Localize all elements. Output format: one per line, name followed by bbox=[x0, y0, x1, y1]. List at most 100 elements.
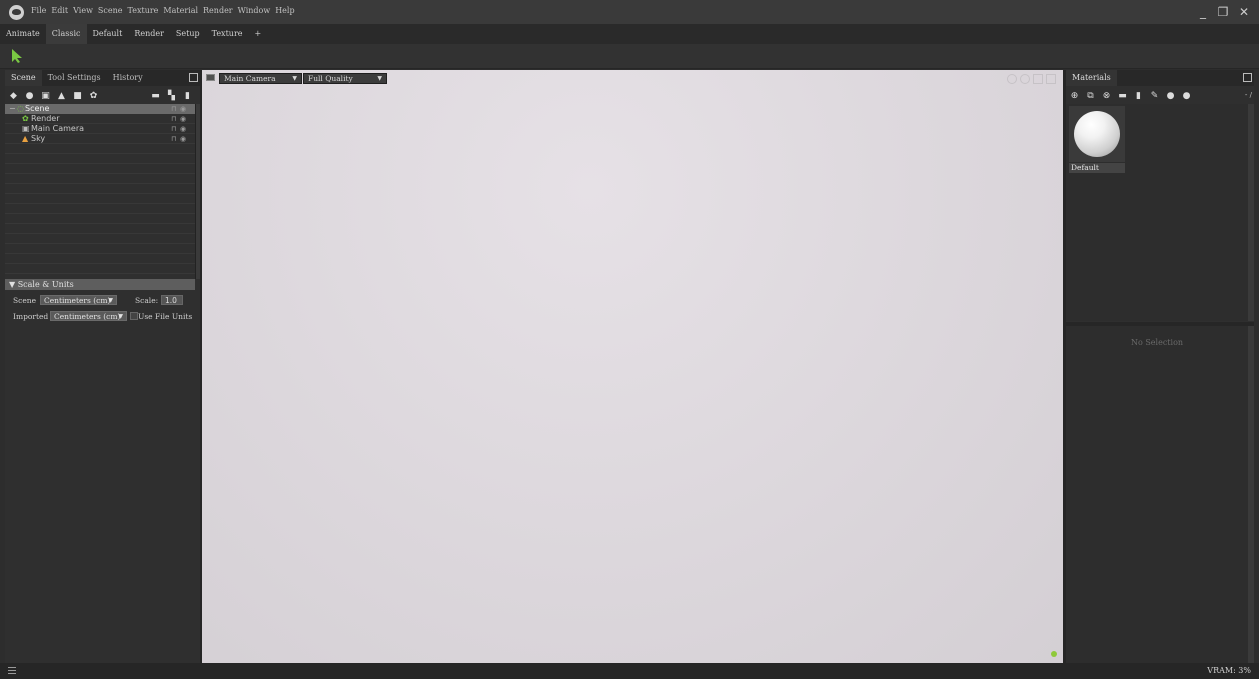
zoom-icon[interactable] bbox=[1033, 74, 1043, 84]
add-light-icon[interactable]: ● bbox=[25, 92, 34, 101]
material-name[interactable]: Default bbox=[1069, 163, 1125, 173]
tab-classic[interactable]: Classic bbox=[45, 24, 87, 44]
lock-icon[interactable]: ⊓ bbox=[171, 124, 176, 134]
menu-edit[interactable]: Edit bbox=[51, 6, 68, 15]
add-object-icon[interactable]: ◆ bbox=[9, 92, 18, 101]
imported-unit-label: Imported bbox=[13, 312, 49, 321]
material-preview-sphere bbox=[1074, 111, 1120, 157]
lock-icon[interactable]: ⊓ bbox=[171, 134, 176, 144]
visibility-icon[interactable]: ◉ bbox=[180, 104, 186, 114]
add-reference-icon[interactable]: ✿ bbox=[89, 92, 98, 101]
status-bar: VRAM: 3% bbox=[0, 663, 1259, 679]
materials-scrollbar[interactable] bbox=[1248, 104, 1254, 321]
quality-dropdown-value: Full Quality bbox=[308, 74, 353, 83]
camera-icon[interactable] bbox=[206, 74, 215, 81]
camera-dropdown-value: Main Camera bbox=[224, 74, 276, 83]
menu-icon[interactable] bbox=[8, 667, 16, 674]
tab-render[interactable]: Render bbox=[128, 24, 170, 44]
menu-texture[interactable]: Texture bbox=[128, 6, 159, 15]
restore-button[interactable]: ❐ bbox=[1216, 5, 1230, 19]
menu-scene[interactable]: Scene bbox=[98, 6, 123, 15]
menu-render[interactable]: Render bbox=[203, 6, 233, 15]
layout-bar: Animate Classic Default Render Setup Tex… bbox=[0, 24, 1259, 44]
use-file-units-checkbox[interactable] bbox=[130, 312, 138, 320]
tab-add-layout[interactable]: + bbox=[249, 24, 268, 44]
tree-item-sky[interactable]: ▲ Sky ⊓ ◉ bbox=[5, 134, 195, 144]
scale-label: Scale: bbox=[135, 296, 159, 305]
popout-icon[interactable] bbox=[189, 73, 198, 82]
add-environment-icon[interactable]: ▲ bbox=[57, 92, 66, 101]
quality-dropdown[interactable]: Full Quality ▼ bbox=[303, 73, 387, 84]
visibility-icon[interactable]: ◉ bbox=[180, 114, 186, 124]
close-button[interactable]: ✕ bbox=[1237, 5, 1251, 19]
scale-units-header[interactable]: ▼ Scale & Units bbox=[5, 279, 195, 290]
import-material-icon[interactable]: ● bbox=[1166, 92, 1175, 101]
duplicate-icon[interactable]: ▚ bbox=[167, 92, 176, 101]
scale-units-section: ▼ Scale & Units Scene Centimeters (cm) ▼… bbox=[5, 279, 201, 663]
tab-default[interactable]: Default bbox=[87, 24, 129, 44]
menu-file[interactable]: File bbox=[31, 6, 46, 15]
menu-help[interactable]: Help bbox=[275, 6, 294, 15]
visibility-icon[interactable]: ◉ bbox=[180, 134, 186, 144]
remove-unused-icon[interactable]: ⊗ bbox=[1102, 92, 1111, 101]
scale-input[interactable]: 1.0 bbox=[161, 295, 183, 305]
tree-item-label: Sky bbox=[31, 134, 46, 143]
material-inspector: No Selection bbox=[1066, 326, 1248, 663]
add-material-icon[interactable]: ⊕ bbox=[1070, 92, 1079, 101]
tree-item-scene[interactable]: − ◌ Scene ⊓ ◉ bbox=[5, 104, 195, 114]
scene-unit-dropdown[interactable]: Centimeters (cm) ▼ bbox=[40, 295, 117, 305]
materials-grid: Default bbox=[1066, 104, 1248, 321]
minimize-button[interactable]: _ bbox=[1196, 5, 1210, 19]
folder-icon[interactable]: ▬ bbox=[1118, 92, 1127, 101]
eyedropper-icon[interactable]: ✎ bbox=[1150, 92, 1159, 101]
pan-icon[interactable] bbox=[1020, 74, 1030, 84]
tab-scene[interactable]: Scene bbox=[5, 70, 42, 86]
scene-icon: ◌ bbox=[17, 104, 24, 113]
render-viewport[interactable]: Main Camera ▼ Full Quality ▼ bbox=[202, 70, 1063, 663]
lock-icon[interactable]: ⊓ bbox=[171, 114, 176, 124]
left-panel: Scene Tool Settings History ◆ ● ▣ ▲ ■ ✿ … bbox=[5, 70, 201, 663]
delete-material-icon[interactable]: ▮ bbox=[1134, 92, 1143, 101]
tab-animate[interactable]: Animate bbox=[0, 24, 46, 44]
duplicate-material-icon[interactable]: ⧉ bbox=[1086, 92, 1095, 101]
render-status-indicator bbox=[1051, 651, 1057, 657]
popout-icon[interactable] bbox=[1243, 73, 1252, 82]
tab-setup[interactable]: Setup bbox=[170, 24, 206, 44]
chevron-down-icon: ▼ bbox=[292, 75, 297, 82]
materials-toolbar: ⊕ ⧉ ⊗ ▬ ▮ ✎ ● ● - / bbox=[1066, 87, 1254, 105]
orbit-icon[interactable] bbox=[1007, 74, 1017, 84]
page-indicator[interactable]: - / bbox=[1222, 91, 1252, 101]
menu-window[interactable]: Window bbox=[238, 6, 271, 15]
lock-icon[interactable]: ⊓ bbox=[171, 104, 176, 114]
tab-materials[interactable]: Materials bbox=[1066, 70, 1117, 86]
tab-history[interactable]: History bbox=[107, 70, 149, 86]
select-arrow-icon[interactable] bbox=[10, 48, 24, 64]
imported-unit-dropdown[interactable]: Centimeters (cm) ▼ bbox=[50, 311, 127, 321]
tab-tool-settings[interactable]: Tool Settings bbox=[42, 70, 107, 86]
menu-material[interactable]: Material bbox=[163, 6, 198, 15]
trash-icon[interactable]: ▮ bbox=[183, 92, 192, 101]
tree-item-main-camera[interactable]: ▣ Main Camera ⊓ ◉ bbox=[5, 124, 195, 134]
tool-strip bbox=[0, 44, 1259, 69]
add-camera-icon[interactable]: ▣ bbox=[41, 92, 50, 101]
safe-frame-icon[interactable] bbox=[1046, 74, 1056, 84]
menu-bar: File Edit View Scene Texture Material Re… bbox=[31, 6, 295, 15]
visibility-icon[interactable]: ◉ bbox=[180, 124, 186, 134]
right-panel: Materials ⊕ ⧉ ⊗ ▬ ▮ ✎ ● ● - / Default No… bbox=[1066, 70, 1254, 663]
viewport-tools bbox=[1007, 74, 1056, 84]
scene-unit-label: Scene bbox=[13, 296, 37, 305]
left-panel-tabs: Scene Tool Settings History bbox=[5, 70, 201, 86]
render-icon: ✿ bbox=[22, 114, 29, 123]
export-material-icon[interactable]: ● bbox=[1182, 92, 1191, 101]
add-group-icon[interactable]: ■ bbox=[73, 92, 82, 101]
material-thumbnail[interactable] bbox=[1069, 106, 1125, 162]
app-logo-icon[interactable] bbox=[9, 5, 24, 20]
inspector-scrollbar[interactable] bbox=[1248, 326, 1254, 663]
tree-item-render[interactable]: ✿ Render ⊓ ◉ bbox=[5, 114, 195, 124]
scene-toolbar: ◆ ● ▣ ▲ ■ ✿ ▬ ▚ ▮ bbox=[5, 87, 201, 105]
collapse-icon[interactable]: − bbox=[9, 104, 16, 114]
menu-view[interactable]: View bbox=[73, 6, 93, 15]
tab-texture[interactable]: Texture bbox=[206, 24, 249, 44]
folder-icon[interactable]: ▬ bbox=[151, 92, 160, 101]
camera-dropdown[interactable]: Main Camera ▼ bbox=[219, 73, 302, 84]
